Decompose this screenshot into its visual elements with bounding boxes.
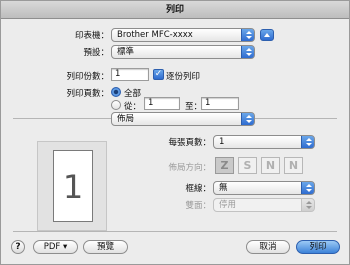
pdf-menu-button[interactable]: PDF ▾ bbox=[33, 240, 78, 254]
panel-value: 佈局 bbox=[117, 114, 135, 124]
collate-label: 逐份列印 bbox=[166, 72, 201, 82]
collate-checkbox[interactable]: ✓ bbox=[153, 69, 164, 80]
panel-select[interactable]: 佈局 bbox=[111, 112, 255, 126]
direction-n-reverse-icon[interactable]: N bbox=[284, 157, 303, 174]
copies-label: 列印份數： bbox=[66, 72, 109, 82]
print-button[interactable]: 列印 bbox=[296, 240, 340, 254]
printer-select[interactable]: Brother MFC-xxxx bbox=[111, 28, 255, 42]
pages-label: 列印頁數： bbox=[66, 89, 109, 99]
preview-button[interactable]: 預覽 bbox=[83, 240, 128, 254]
page-preview: 1 bbox=[37, 141, 107, 231]
popup-arrows-icon bbox=[301, 136, 314, 148]
expand-collapse-button[interactable] bbox=[260, 29, 274, 41]
two-sided-value: 停用 bbox=[219, 200, 237, 210]
pages-from-label: 從： bbox=[124, 102, 142, 112]
border-select[interactable]: 無 bbox=[213, 181, 315, 195]
pages-all-radio[interactable] bbox=[111, 87, 121, 97]
pages-all-label: 全部 bbox=[124, 89, 142, 99]
popup-arrows-icon bbox=[241, 29, 254, 41]
pages-range-radio[interactable] bbox=[111, 100, 121, 110]
window-title: 列印 bbox=[1, 1, 349, 19]
two-sided-label: 雙面： bbox=[185, 201, 211, 211]
popup-arrows-icon bbox=[301, 199, 314, 211]
pages-from-input[interactable]: 1 bbox=[144, 97, 180, 110]
cancel-button[interactable]: 取消 bbox=[246, 240, 290, 254]
pages-per-sheet-select[interactable]: 1 bbox=[213, 135, 315, 149]
direction-z-icon[interactable]: Z bbox=[215, 157, 234, 174]
two-sided-select: 停用 bbox=[213, 198, 315, 212]
direction-s-icon[interactable]: S bbox=[238, 157, 257, 174]
pages-to-input[interactable]: 1 bbox=[201, 97, 239, 110]
border-label: 框線： bbox=[185, 184, 211, 194]
presets-value: 標準 bbox=[117, 47, 135, 57]
pages-to-label: 至： bbox=[185, 102, 203, 112]
preview-page: 1 bbox=[53, 150, 93, 222]
pages-per-sheet-label: 每張頁數： bbox=[168, 138, 211, 148]
copies-input[interactable]: 1 bbox=[111, 68, 149, 81]
popup-arrows-icon bbox=[241, 46, 254, 58]
printer-label: 印表機： bbox=[74, 31, 109, 41]
footer-divider bbox=[13, 231, 337, 232]
presets-label: 預設： bbox=[83, 48, 109, 58]
popup-arrows-icon bbox=[301, 182, 314, 194]
layout-direction-label: 佈局方向： bbox=[168, 163, 211, 173]
border-value: 無 bbox=[219, 183, 228, 193]
presets-select[interactable]: 標準 bbox=[111, 45, 255, 59]
pages-per-sheet-value: 1 bbox=[219, 137, 225, 147]
help-button[interactable]: ? bbox=[11, 240, 25, 254]
popup-arrows-icon bbox=[241, 113, 254, 125]
printer-value: Brother MFC-xxxx bbox=[117, 30, 193, 40]
direction-n-icon[interactable]: N bbox=[261, 157, 280, 174]
print-dialog: 列印 印表機： Brother MFC-xxxx 預設： 標準 列印份數： 1 … bbox=[0, 0, 350, 265]
